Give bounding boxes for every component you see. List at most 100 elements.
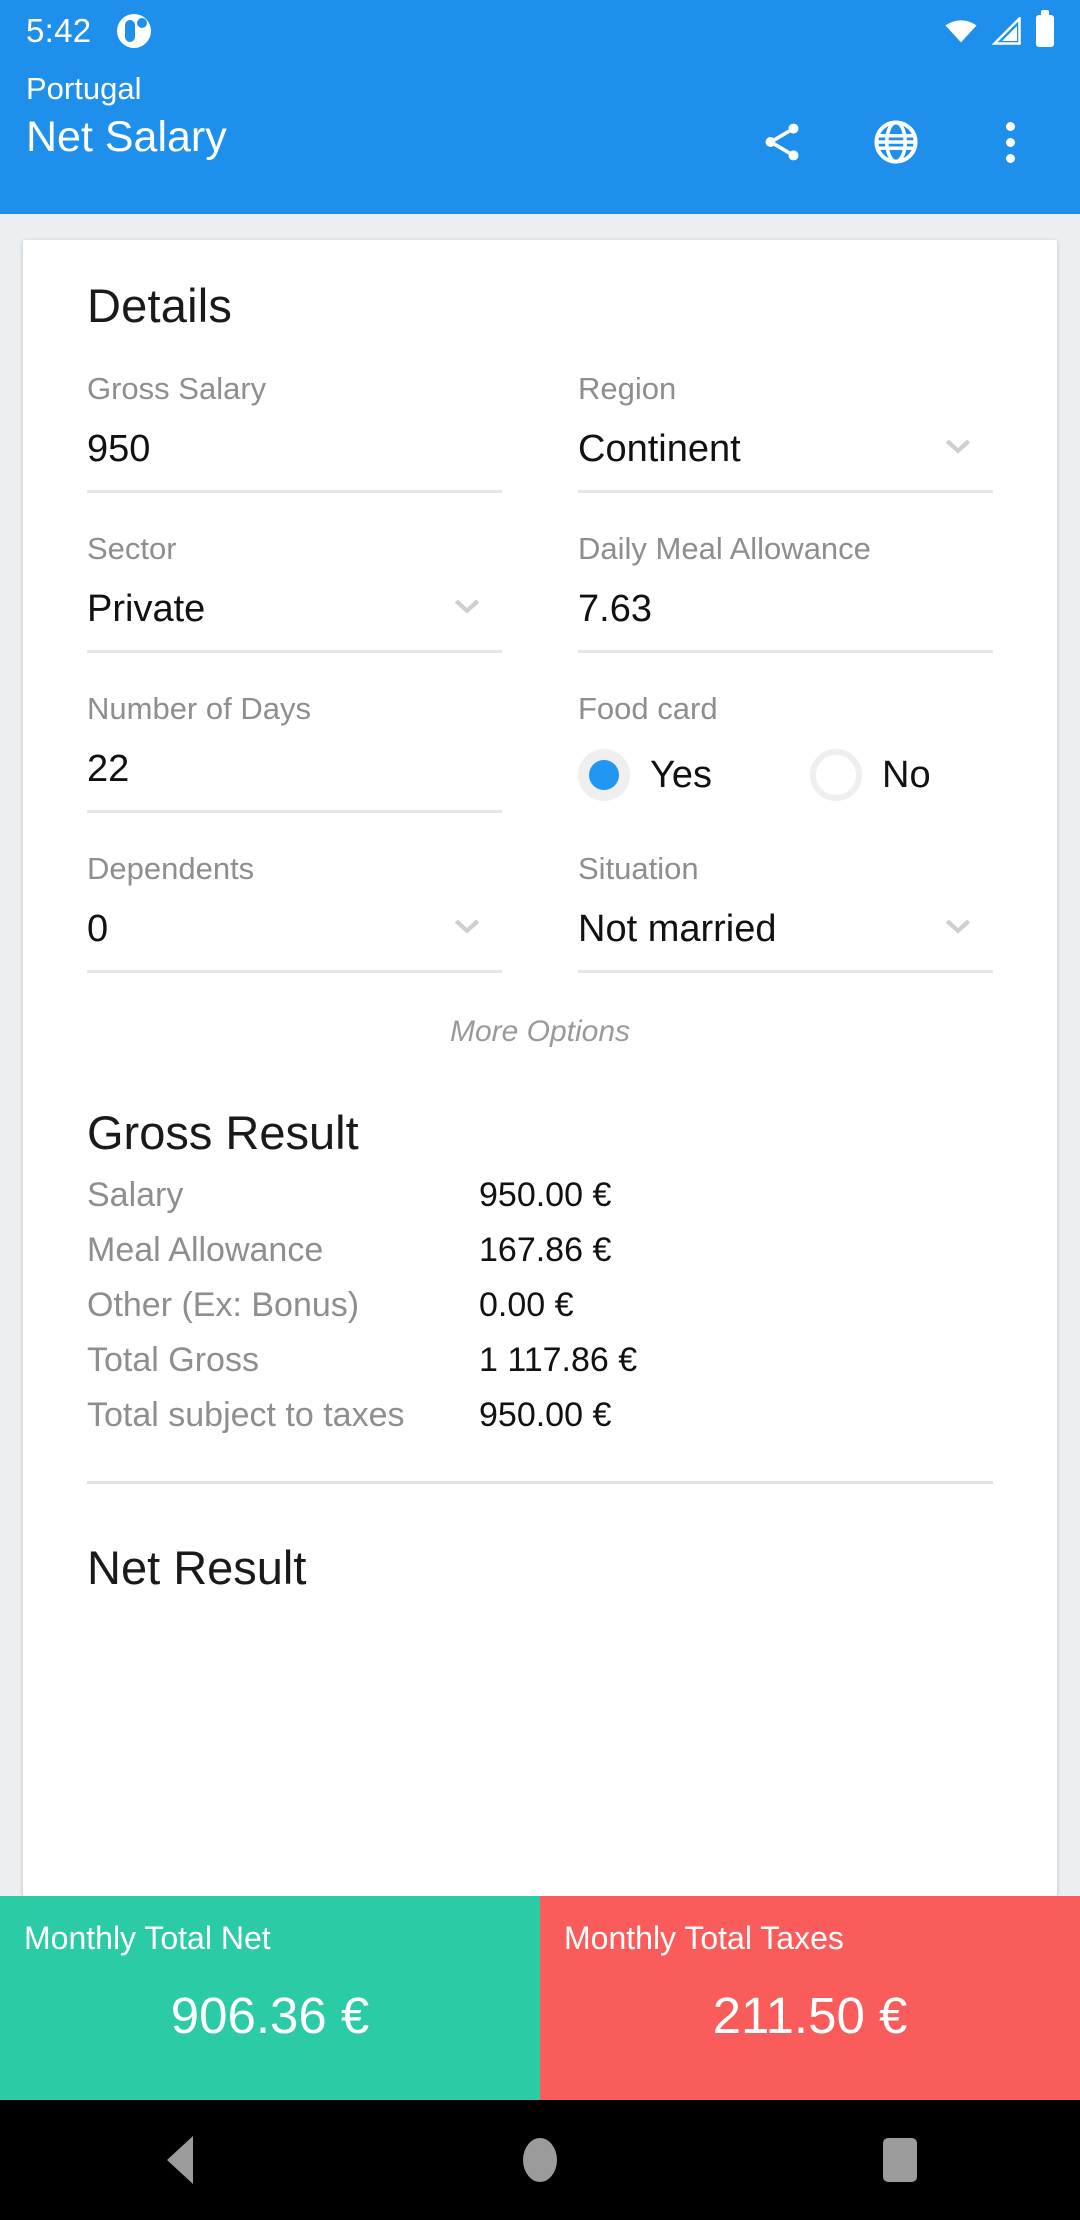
number-of-days-label: Number of Days: [87, 691, 311, 726]
monthly-total-net-value: 906.36 €: [170, 1987, 370, 2044]
android-navigation-bar: [0, 2100, 1080, 2220]
result-label: Meal Allowance: [87, 1231, 324, 1269]
status-bar: 5:42: [0, 0, 1080, 62]
app-bar-subtitle: Portugal: [26, 71, 142, 106]
region-value: Continent: [578, 428, 741, 470]
radio-selected-icon: [578, 749, 630, 801]
food-card-radio-group: Yes No: [578, 737, 993, 813]
sector-label: Sector: [87, 531, 177, 566]
food-card-yes-label: Yes: [650, 753, 712, 796]
situation-label: Situation: [578, 851, 699, 886]
app-screen: 5:42 Portugal Net Salary Details Gross S…: [0, 0, 1080, 2220]
monthly-total-taxes-caption: Monthly Total Taxes: [564, 1920, 844, 1956]
table-row: Total subject to taxes 950.00 €: [87, 1396, 993, 1435]
dependents-label: Dependents: [87, 851, 255, 886]
gross-result-list: Salary 950.00 € Meal Allowance 167.86 € …: [87, 1176, 993, 1435]
globe-icon[interactable]: [870, 116, 922, 168]
status-icons: [944, 10, 1054, 47]
radio-unselected-icon: [810, 749, 862, 801]
result-value: 0.00 €: [479, 1286, 574, 1324]
chevron-down-icon: [454, 919, 480, 934]
dependents-select[interactable]: 0: [87, 897, 502, 973]
gross-salary-label: Gross Salary: [87, 371, 267, 406]
input-underline: [578, 490, 993, 493]
battery-icon: [1036, 10, 1054, 47]
number-of-days-value: 22: [87, 748, 130, 790]
monthly-total-net[interactable]: Monthly Total Net 906.36 €: [0, 1896, 540, 2100]
field-dependents: Dependents 0: [87, 847, 502, 973]
food-card-label: Food card: [578, 691, 718, 726]
input-underline: [87, 810, 502, 813]
number-of-days-input[interactable]: 22: [87, 737, 502, 813]
back-triangle-icon: [167, 2136, 193, 2184]
home-circle-icon: [523, 2138, 557, 2182]
result-value: 167.86 €: [479, 1231, 612, 1269]
field-gross-salary: Gross Salary 950: [87, 367, 502, 493]
overflow-menu-icon[interactable]: [984, 116, 1036, 168]
gross-salary-value: 950: [87, 428, 151, 470]
more-options-link[interactable]: More Options: [87, 1015, 993, 1049]
field-food-card: Food card Yes No: [578, 687, 993, 813]
result-value: 950.00 €: [479, 1176, 612, 1214]
region-label: Region: [578, 371, 677, 406]
gross-result-heading: Gross Result: [87, 1106, 359, 1159]
input-underline: [87, 650, 502, 653]
net-result-heading: Net Result: [87, 1541, 307, 1594]
table-row: Meal Allowance 167.86 €: [87, 1231, 993, 1270]
chevron-down-icon: [945, 919, 971, 934]
field-sector: Sector Private: [87, 527, 502, 653]
app-bar-title: Net Salary: [26, 113, 227, 161]
field-daily-meal-allowance: Daily Meal Allowance 7.63: [578, 527, 993, 653]
table-row: Salary 950.00 €: [87, 1176, 993, 1215]
app-bar-actions: [756, 62, 1080, 168]
form-row-2: Sector Private Daily Meal Allowance 7.63: [87, 527, 993, 653]
monthly-total-net-caption: Monthly Total Net: [24, 1920, 271, 1956]
form-row-1: Gross Salary 950 Region Continent: [87, 367, 993, 493]
region-select[interactable]: Continent: [578, 417, 993, 493]
app-bar: Portugal Net Salary: [0, 62, 1080, 214]
chevron-down-icon: [945, 439, 971, 454]
daily-meal-allowance-input[interactable]: 7.63: [578, 577, 993, 653]
situation-value: Not married: [578, 908, 777, 950]
input-underline: [578, 970, 993, 973]
monthly-total-taxes-value: 211.50 €: [712, 1987, 908, 2044]
recents-button[interactable]: [840, 2100, 960, 2220]
sector-select[interactable]: Private: [87, 577, 502, 653]
details-card: Details Gross Salary 950 Region Continen…: [23, 240, 1057, 1896]
situation-select[interactable]: Not married: [578, 897, 993, 973]
totals-bar: Monthly Total Net 906.36 € Monthly Total…: [0, 1896, 1080, 2100]
signal-icon: [992, 17, 1021, 45]
daily-meal-allowance-value: 7.63: [578, 588, 652, 630]
back-button[interactable]: [120, 2100, 240, 2220]
result-value: 950.00 €: [479, 1396, 612, 1434]
table-row: Total Gross 1 117.86 €: [87, 1341, 993, 1380]
input-underline: [578, 650, 993, 653]
field-region: Region Continent: [578, 367, 993, 493]
food-card-radio-no[interactable]: No: [810, 749, 931, 801]
app-bar-titles: Portugal Net Salary: [0, 62, 227, 166]
wifi-icon: [945, 20, 977, 43]
status-time: 5:42: [26, 12, 92, 49]
result-label: Total subject to taxes: [87, 1396, 405, 1434]
food-card-radio-yes[interactable]: Yes: [578, 749, 712, 801]
result-label: Salary: [87, 1176, 184, 1214]
home-button[interactable]: [480, 2100, 600, 2220]
section-divider: [87, 1481, 993, 1484]
sector-value: Private: [87, 588, 206, 630]
table-row: Other (Ex: Bonus) 0.00 €: [87, 1286, 993, 1325]
monthly-total-taxes[interactable]: Monthly Total Taxes 211.50 €: [540, 1896, 1080, 2100]
share-icon[interactable]: [756, 116, 808, 168]
field-situation: Situation Not married: [578, 847, 993, 973]
food-card-no-label: No: [882, 753, 931, 796]
recents-square-icon: [883, 2138, 917, 2182]
field-number-of-days: Number of Days 22: [87, 687, 502, 813]
details-heading: Details: [87, 279, 233, 332]
notification-icon: [117, 14, 152, 48]
result-label: Total Gross: [87, 1341, 259, 1379]
daily-meal-allowance-label: Daily Meal Allowance: [578, 531, 871, 566]
gross-salary-input[interactable]: 950: [87, 417, 502, 493]
input-underline: [87, 490, 502, 493]
input-underline: [87, 970, 502, 973]
result-label: Other (Ex: Bonus): [87, 1286, 360, 1324]
result-value: 1 117.86 €: [479, 1341, 638, 1379]
